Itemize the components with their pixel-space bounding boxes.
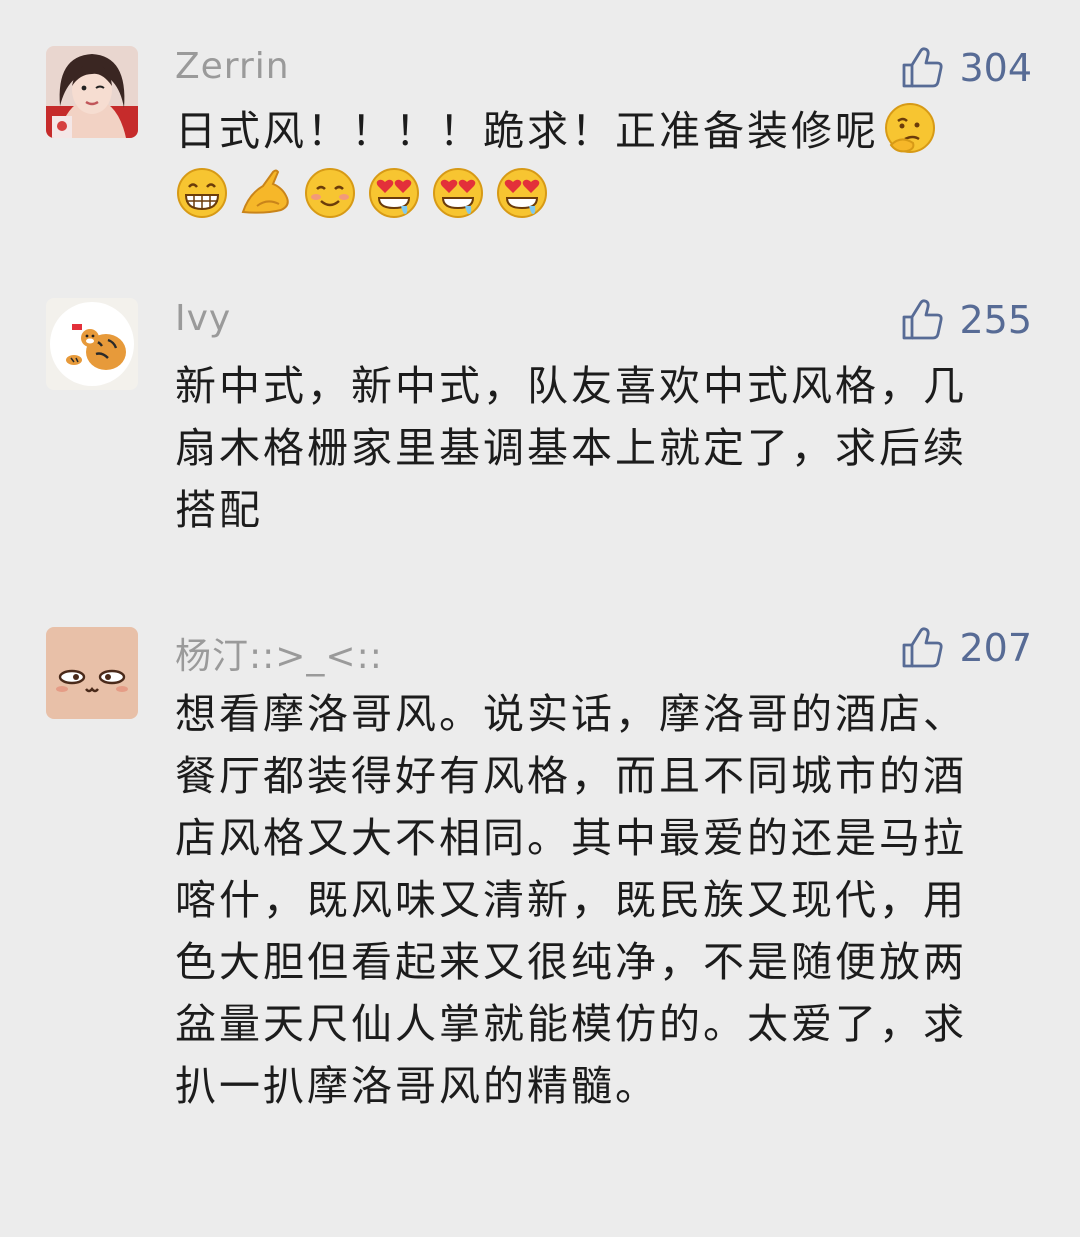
- comment-text: 想看摩洛哥风。说实话，摩洛哥的酒店、餐厅都装得好有风格，而且不同城市的酒店风格又…: [175, 690, 967, 1110]
- thumbs-up-icon: [903, 47, 944, 88]
- comment-nickname[interactable]: 杨汀::>_<::: [175, 627, 383, 679]
- heart-eyes-drool-emoji: [433, 168, 483, 218]
- like-button[interactable]: 304: [901, 44, 1032, 92]
- heart-eyes-drool-emoji: [369, 168, 419, 218]
- thumbs-up-icon: [903, 299, 944, 340]
- emoji-row: [175, 166, 549, 220]
- grinning-face-emoji: [177, 168, 227, 218]
- comment-nickname[interactable]: Ivy: [175, 298, 231, 339]
- heart-eyes-drool-emoji: [497, 168, 547, 218]
- like-button[interactable]: 207: [901, 624, 1032, 672]
- like-button[interactable]: 255: [901, 296, 1032, 344]
- woman-photo-avatar: [46, 46, 138, 138]
- cartoon-face-avatar: [46, 627, 138, 719]
- tiger-illustration-avatar: [46, 298, 138, 390]
- like-count: 304: [959, 46, 1032, 90]
- comment-nickname[interactable]: Zerrin: [175, 46, 290, 87]
- thinking-face-emoji: [885, 103, 935, 153]
- like-count: 207: [959, 626, 1032, 670]
- avatar[interactable]: [46, 46, 138, 138]
- thumbs-up-icon: [903, 627, 944, 668]
- comment-text-content: 日式风！！！！跪求！正准备装修呢: [175, 107, 879, 155]
- comment-text: 新中式，新中式，队友喜欢中式风格，几扇木格栅家里基调基本上就定了，求后续搭配: [175, 362, 967, 534]
- avatar[interactable]: [46, 298, 138, 390]
- ok-hand-emoji: [241, 169, 289, 214]
- like-count: 255: [959, 298, 1032, 342]
- smiling-face-emoji: [305, 168, 355, 218]
- comment-text: 日式风！！！！跪求！正准备装修呢: [175, 100, 1005, 162]
- avatar[interactable]: [46, 627, 138, 719]
